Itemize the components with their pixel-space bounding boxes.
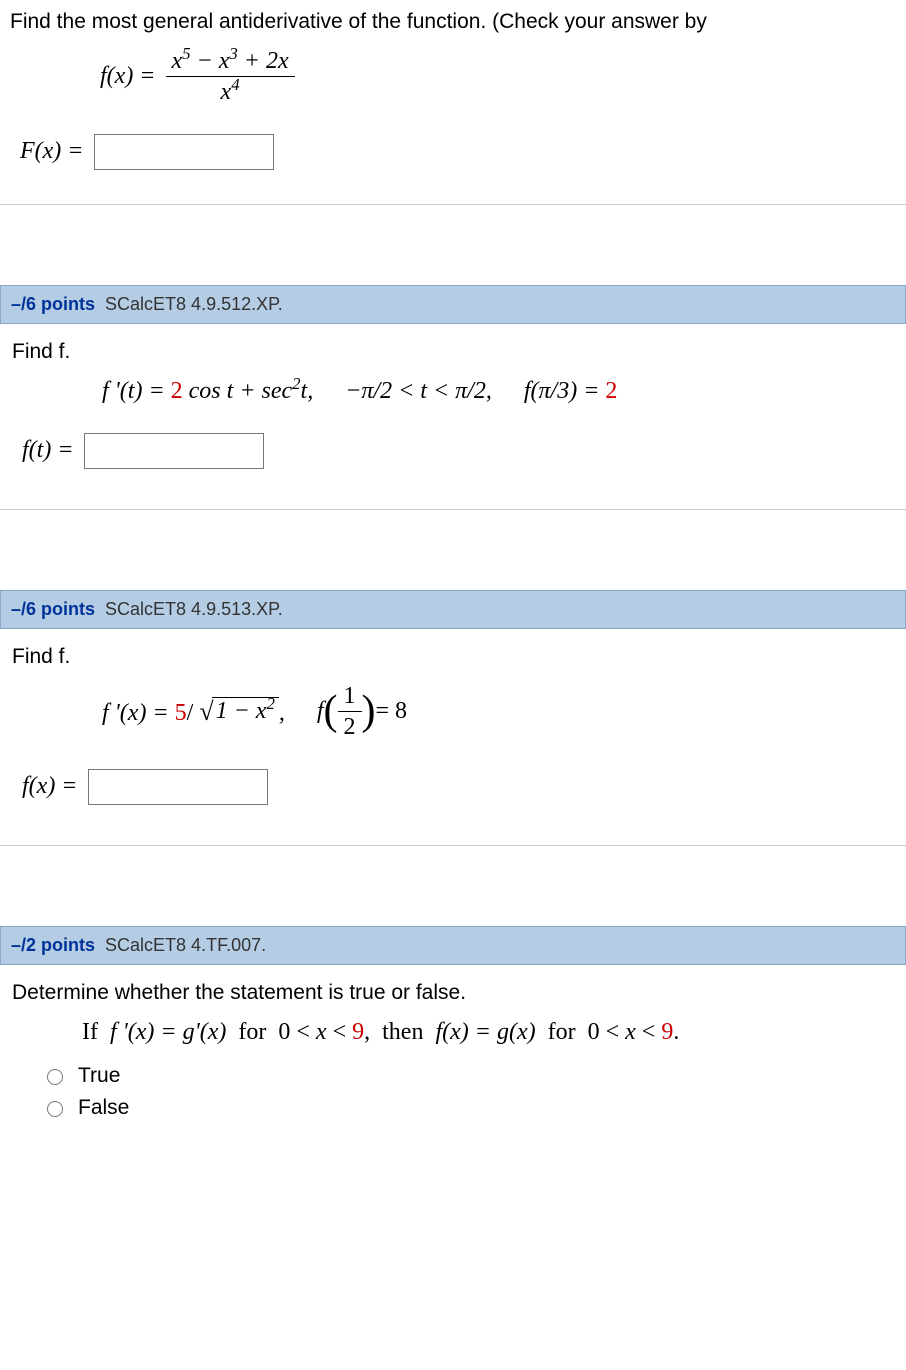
q2-ref: SCalcET8 4.9.512.XP. [105,294,283,314]
q2-prompt: Find f. [12,340,894,364]
sqrt-icon: √ 1 − x2 [199,697,279,727]
spacer [0,510,906,590]
q1-function: f(x) = x5 − x3 + 2x x4 [100,48,896,106]
question-1: Find the most general antiderivative of … [0,0,906,205]
q4-body: Determine whether the statement is true … [0,965,906,1158]
spacer [0,846,906,926]
q2-header: –/6 points SCalcET8 4.9.512.XP. [0,285,906,324]
question-2: –/6 points SCalcET8 4.9.512.XP. Find f. … [0,285,906,510]
q1-numerator: x5 − x3 + 2x [166,48,295,77]
q2-body: Find f. f '(t) = 2 cos t + sec2t, −π/2 <… [0,324,906,510]
q3-answer-input[interactable] [88,769,268,805]
q4-points: –/2 points [11,935,95,955]
q1-fraction: x5 − x3 + 2x x4 [166,48,295,106]
q3-initial: f ( 1 2 ) = 8 [317,683,407,741]
q4-header: –/2 points SCalcET8 4.TF.007. [0,926,906,965]
q2-expression: f '(t) = 2 cos t + sec2t, −π/2 < t < π/2… [102,378,894,405]
q2-answer-input[interactable] [84,433,264,469]
q4-false-label: False [78,1096,129,1120]
q1-denominator: x4 [215,77,246,105]
q3-prompt: Find f. [12,645,894,669]
q2-answer-label: f(t) = [22,437,74,464]
q1-prompt: Find the most general antiderivative of … [10,10,896,34]
q3-points: –/6 points [11,599,95,619]
q1-answer-label: F(x) = [20,138,84,165]
q3-answer-row: f(x) = [22,769,894,805]
q1-answer-row: F(x) = [20,134,896,170]
q2-initial: f(π/3) = 2 [524,378,618,405]
q2-points: –/6 points [11,294,95,314]
q4-radio-false[interactable] [47,1101,63,1117]
q2-domain: −π/2 < t < π/2, [345,378,492,405]
q3-ref: SCalcET8 4.9.513.XP. [105,599,283,619]
q4-prompt: Determine whether the statement is true … [12,981,894,1005]
q4-true-label: True [78,1064,120,1088]
spacer [0,205,906,285]
q1-lhs: f(x) = [100,63,156,90]
q3-header: –/6 points SCalcET8 4.9.513.XP. [0,590,906,629]
q3-body: Find f. f '(x) = 5/ √ 1 − x2 , f ( 1 2 [0,629,906,846]
q4-ref: SCalcET8 4.TF.007. [105,935,266,955]
q4-statement: If f '(x) = g'(x) for 0 < x < 9, then f(… [82,1019,894,1046]
question-4: –/2 points SCalcET8 4.TF.007. Determine … [0,926,906,1158]
question-3: –/6 points SCalcET8 4.9.513.XP. Find f. … [0,590,906,846]
q2-answer-row: f(t) = [22,433,894,469]
q4-option-false[interactable]: False [42,1096,894,1120]
q4-option-true[interactable]: True [42,1064,894,1088]
q1-answer-input[interactable] [94,134,274,170]
q3-expression: f '(x) = 5/ √ 1 − x2 , f ( 1 2 ) = 8 [102,683,894,741]
q3-answer-label: f(x) = [22,773,78,800]
q4-radio-true[interactable] [47,1069,63,1085]
